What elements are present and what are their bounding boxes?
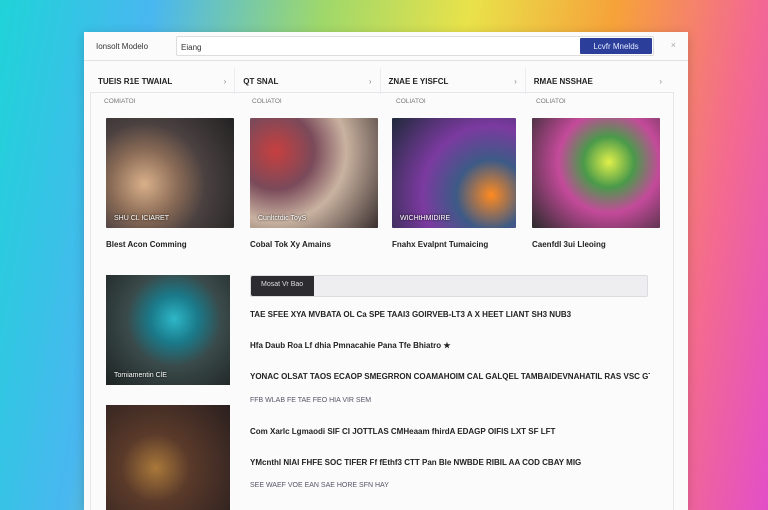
card-caption[interactable]: Blest Acon Comming [106, 240, 187, 249]
list-item[interactable]: YONAC OLSAT TAOS ECAOP SMEGRRON COAMAHOI… [250, 372, 650, 381]
site-label: Ionsolt Modelo [96, 41, 149, 51]
card-overlay: SHU CL ICIARET [114, 215, 169, 222]
media-card[interactable]: SHU CL ICIARET [106, 118, 234, 228]
close-icon[interactable]: × [671, 40, 676, 50]
chevron-right-icon: › [514, 76, 517, 86]
card-caption[interactable]: Fnahx Evalpnt Tumaicing [392, 240, 488, 249]
video-thumbnail[interactable] [106, 405, 230, 510]
card-caption[interactable]: Caenfdl 3ui Lleoing [532, 240, 606, 249]
video-thumbnail[interactable]: Tomiamentin ClE [106, 275, 230, 385]
section-label: COLIATOI [252, 98, 282, 105]
thumbnail-overlay: Tomiamentin ClE [114, 372, 167, 379]
list-item[interactable]: Com Xarlc Lgmaodi SIF CI JOTTLAS CMHeaam… [250, 427, 650, 436]
chevron-right-icon: › [659, 76, 662, 86]
category-label: QT SNAL [243, 76, 279, 86]
section-label: COLIATOI [396, 98, 426, 105]
list-item[interactable]: FFB WLAB FE TAE FEO HIA VIR SEM [250, 397, 650, 404]
address-text: Eiang [181, 43, 202, 52]
browser-window: Ionsolt Modelo Eiang Lcvfr Mnelds × TUEI… [84, 32, 688, 510]
list-item[interactable]: Hfa Daub Roa Lf dhia Pmnacahie Pana Tfe … [250, 341, 650, 350]
list-item[interactable]: YMcnthl NIAI FHFE SOC TIFER Ff fEthf3 CT… [250, 458, 650, 467]
media-card[interactable]: WICHtHMIDIRE [392, 118, 516, 228]
category-chip[interactable]: RMAE NSSHAE › [526, 68, 670, 94]
list-item[interactable]: SEE WAEF VOE EAN SAE HORE SFN HAY [250, 482, 650, 489]
category-chip[interactable]: QT SNAL › [235, 68, 381, 94]
category-bar: TUEIS R1E TWAIAL › QT SNAL › ZNAE E YISFCL… [90, 68, 670, 94]
progress-label: Mosat Vr Bao [261, 281, 304, 288]
category-label: ZNAE E YISFCL [388, 76, 449, 86]
progress-bar[interactable]: Mosat Vr Bao [250, 275, 648, 297]
category-chip[interactable]: TUEIS R1E TWAIAL › [90, 68, 236, 94]
card-caption[interactable]: Cobal Tok Xy Amains [250, 240, 331, 249]
category-label: RMAE NSSHAE [533, 76, 593, 86]
card-overlay: Cunltctdic ToyS [258, 215, 307, 222]
chevron-right-icon: › [368, 76, 372, 86]
chevron-right-icon: › [223, 76, 227, 86]
section-label: COMIATOI [104, 98, 136, 105]
address-bar: Ionsolt Modelo Eiang Lcvfr Mnelds × [84, 32, 688, 61]
go-button[interactable]: Lcvfr Mnelds [580, 38, 652, 54]
media-card[interactable]: Cunltctdic ToyS [250, 118, 378, 228]
list-item[interactable]: TAE SFEE XYA MVBATA OL Ca SPE TAAI3 GOIR… [250, 310, 650, 319]
media-card[interactable] [532, 118, 660, 228]
category-label: TUEIS R1E TWAIAL [98, 76, 173, 86]
card-overlay: WICHtHMIDIRE [400, 215, 451, 222]
section-label: COLIATOI [536, 98, 566, 105]
category-chip[interactable]: ZNAE E YISFCL › [381, 68, 526, 94]
